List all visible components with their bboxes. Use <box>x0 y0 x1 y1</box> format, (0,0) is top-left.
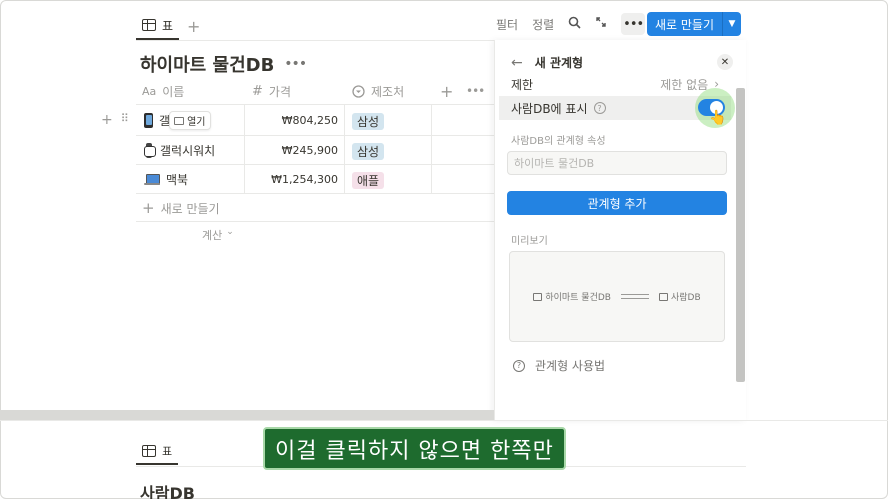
chevron-down-icon: ⌄ <box>226 227 234 237</box>
db-toolbar: 필터 정렬 ••• <box>496 12 646 36</box>
expand-icon[interactable] <box>595 16 607 32</box>
table-icon <box>658 293 668 301</box>
column-header-price-label: 가격 <box>268 84 291 99</box>
limit-value: 제한 없음 <box>660 77 709 92</box>
preview-left-label: 하이마트 물건DB <box>545 293 611 303</box>
number-hash-icon: # <box>252 83 263 99</box>
row-name: 맥북 <box>166 173 189 187</box>
filter-button[interactable]: 필터 <box>496 16 518 33</box>
relation-preview: 하이마트 물건DB 사람DB <box>509 251 725 342</box>
video-subtitle: 이걸 클릭하지 않으면 한쪽만 <box>263 427 566 470</box>
open-page-button[interactable]: 열기 <box>169 111 211 130</box>
calculate-button[interactable]: 계산 ⌄ <box>202 227 234 243</box>
cell-name[interactable]: 갤럭 열기 <box>144 106 211 135</box>
row-name: 갤럭시워치 <box>160 144 216 158</box>
chevron-down-icon[interactable]: ▼ <box>723 12 742 36</box>
page-title[interactable]: 하이마트 물건DB <box>140 51 274 77</box>
new-row-label: 새로 만들기 <box>160 201 220 216</box>
column-divider <box>344 104 345 193</box>
tab-table-view-label: 표 <box>162 18 174 33</box>
help-icon[interactable]: ? <box>593 102 606 114</box>
table-icon <box>142 19 156 31</box>
db-title-block: 하이마트 물건DB ••• <box>140 51 307 77</box>
panel-scrollbar[interactable] <box>736 88 745 382</box>
search-icon[interactable] <box>568 16 581 33</box>
people-db-title[interactable]: 사람DB <box>140 480 195 499</box>
title-more-icon[interactable]: ••• <box>284 56 307 72</box>
table-row[interactable]: 갤럭 열기 ₩804,250 삼성 <box>136 106 494 135</box>
table-bottom-border <box>136 221 494 222</box>
window-frame <box>0 0 888 499</box>
sort-button[interactable]: 정렬 <box>532 16 554 33</box>
drag-handle-icon[interactable]: ⠿ <box>121 112 129 128</box>
panel-title: 새 관계형 <box>534 56 584 70</box>
limit-row[interactable]: 제한 제한 없음 › <box>499 72 731 96</box>
new-row-button[interactable]: + 새로 만들기 <box>142 199 220 217</box>
column-header-name[interactable]: Aa 이름 <box>142 80 184 102</box>
relation-help-link[interactable]: ? 관계형 사용법 <box>513 357 605 374</box>
more-options-icon[interactable]: ••• <box>621 13 646 35</box>
preview-right: 사람DB <box>658 290 701 303</box>
column-divider <box>431 104 432 193</box>
maker-tag[interactable]: 애플 <box>352 172 385 189</box>
add-row-icon[interactable]: + <box>101 112 113 128</box>
table-icon <box>142 445 156 457</box>
column-more-icon[interactable]: ••• <box>466 80 485 102</box>
relation-prop-input[interactable]: 하이마트 물건DB <box>507 151 727 175</box>
maker-tag[interactable]: 삼성 <box>352 143 385 160</box>
cell-price[interactable]: ₩804,250 <box>282 106 338 135</box>
add-relation-button[interactable]: 관계형 추가 <box>507 191 727 215</box>
preview-right-label: 사람DB <box>670 293 701 303</box>
section-border <box>0 420 888 421</box>
new-button[interactable]: 새로 만들기 ▼ <box>647 12 742 36</box>
table-top-border <box>136 104 494 105</box>
column-header-name-label: 이름 <box>162 84 185 99</box>
tab-table-view[interactable]: 표 <box>136 12 180 40</box>
view-tabs: 표 + <box>136 12 200 40</box>
maker-tag[interactable]: 삼성 <box>352 113 385 130</box>
preview-left: 하이마트 물건DB <box>533 290 611 303</box>
show-in-label: 사람DB에 표시 <box>511 101 588 116</box>
cell-price[interactable]: ₩245,900 <box>282 136 338 165</box>
select-icon <box>352 84 365 98</box>
open-page-label: 열기 <box>187 117 206 128</box>
phone-icon <box>144 113 153 128</box>
hand-cursor-icon: 👆 <box>709 110 727 126</box>
cell-name[interactable]: 맥북 <box>144 165 188 194</box>
bidirectional-arrow-icon <box>620 294 649 299</box>
watch-icon <box>144 143 156 158</box>
add-view-icon[interactable]: + <box>187 17 200 36</box>
tab-table-view-bottom-label: 표 <box>162 445 173 458</box>
table-icon <box>533 293 543 301</box>
relation-prop-label: 사람DB의 관계형 속성 <box>511 136 606 147</box>
laptop-icon <box>144 173 160 186</box>
close-icon[interactable]: ✕ <box>717 54 733 70</box>
add-property-icon[interactable]: + <box>440 80 453 102</box>
cell-name[interactable]: 갤럭시워치 <box>144 136 215 165</box>
row-handle[interactable]: + ⠿ <box>101 112 129 128</box>
back-arrow-icon[interactable]: ← <box>511 55 523 71</box>
table-row[interactable]: 갤럭시워치 ₩245,900 삼성 <box>136 136 494 165</box>
column-header-maker[interactable]: 제조처 <box>352 80 404 102</box>
open-page-icon <box>174 116 185 125</box>
tab-table-view-bottom[interactable]: 표 <box>136 439 179 465</box>
panel-header: ← 새 관계형 <box>511 54 583 71</box>
cell-price[interactable]: ₩1,254,300 <box>271 165 338 194</box>
plus-icon: + <box>142 199 155 217</box>
relation-help-label: 관계형 사용법 <box>535 359 606 373</box>
column-header-maker-label: 제조처 <box>371 84 405 99</box>
row-divider <box>136 193 494 194</box>
question-icon: ? <box>513 359 525 372</box>
section-divider <box>0 410 494 420</box>
new-button-label[interactable]: 새로 만들기 <box>647 12 724 36</box>
preview-label: 미리보기 <box>511 236 548 247</box>
text-aa-icon: Aa <box>142 84 157 98</box>
column-header-price[interactable]: # 가격 <box>252 80 291 102</box>
column-divider <box>244 104 245 193</box>
table-row[interactable]: 맥북 ₩1,254,300 애플 <box>136 165 494 194</box>
calculate-label: 계산 <box>202 229 223 242</box>
limit-label: 제한 <box>511 77 534 92</box>
